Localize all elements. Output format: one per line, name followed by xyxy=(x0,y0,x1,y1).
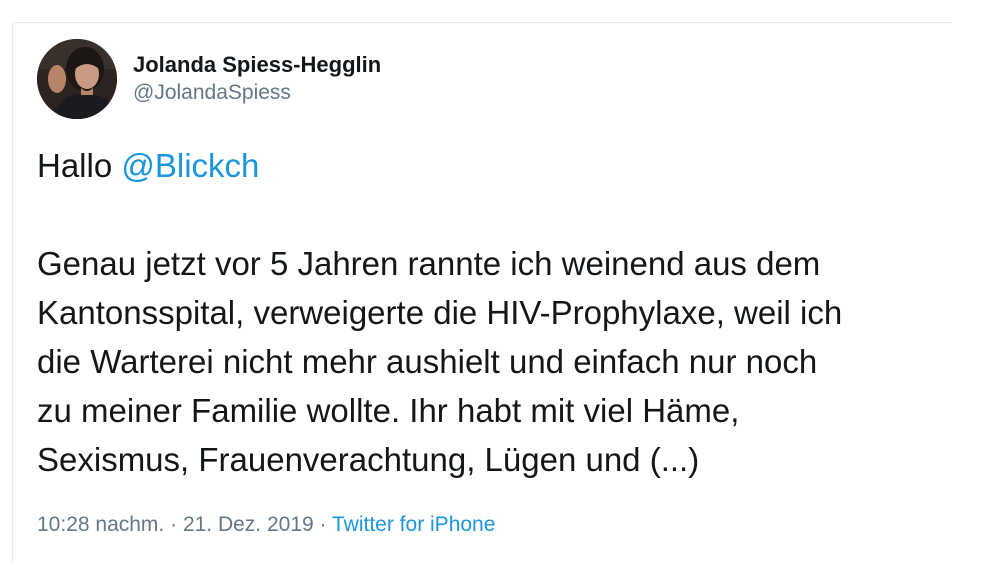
tweet-time[interactable]: 10:28 nachm. xyxy=(37,513,164,536)
tweet-text: Hallo @Blickch Genau jetzt vor 5 Jahren … xyxy=(37,141,947,484)
tweet-source-link[interactable]: Twitter for iPhone xyxy=(332,513,495,536)
avatar-photo-icon xyxy=(37,39,117,119)
tweet-greeting-line: Hallo @Blickch xyxy=(37,141,947,190)
tweet-line: Genau jetzt vor 5 Jahren rannte ich wein… xyxy=(37,245,821,282)
tweet-header: Jolanda Spiess-Hegglin @JolandaSpiess xyxy=(37,37,381,121)
meta-separator: · xyxy=(313,513,332,536)
tweet-line: Kantonsspital, verweigerte die HIV-Proph… xyxy=(37,294,843,331)
meta-separator: · xyxy=(164,513,183,536)
author-display-name[interactable]: Jolanda Spiess-Hegglin xyxy=(133,51,381,79)
tweet-date[interactable]: 21. Dez. 2019 xyxy=(183,513,314,536)
tweet-greeting: Hallo xyxy=(37,147,113,184)
tweet-meta: 10:28 nachm. · 21. Dez. 2019 · Twitter f… xyxy=(37,511,495,539)
mention-link[interactable]: @Blickch xyxy=(121,147,259,184)
tweet-line: Sexismus, Frauenverachtung, Lügen und (.… xyxy=(37,441,700,478)
tweet-line: zu meiner Familie wollte. Ihr habt mit v… xyxy=(37,392,740,429)
tweet-line: die Warterei nicht mehr aushielt und ein… xyxy=(37,343,818,380)
tweet-card: Jolanda Spiess-Hegglin @JolandaSpiess Ha… xyxy=(12,22,952,563)
author-handle[interactable]: @JolandaSpiess xyxy=(133,79,381,107)
paragraph-break xyxy=(37,190,947,239)
author-names: Jolanda Spiess-Hegglin @JolandaSpiess xyxy=(133,51,381,107)
avatar[interactable] xyxy=(37,39,117,119)
